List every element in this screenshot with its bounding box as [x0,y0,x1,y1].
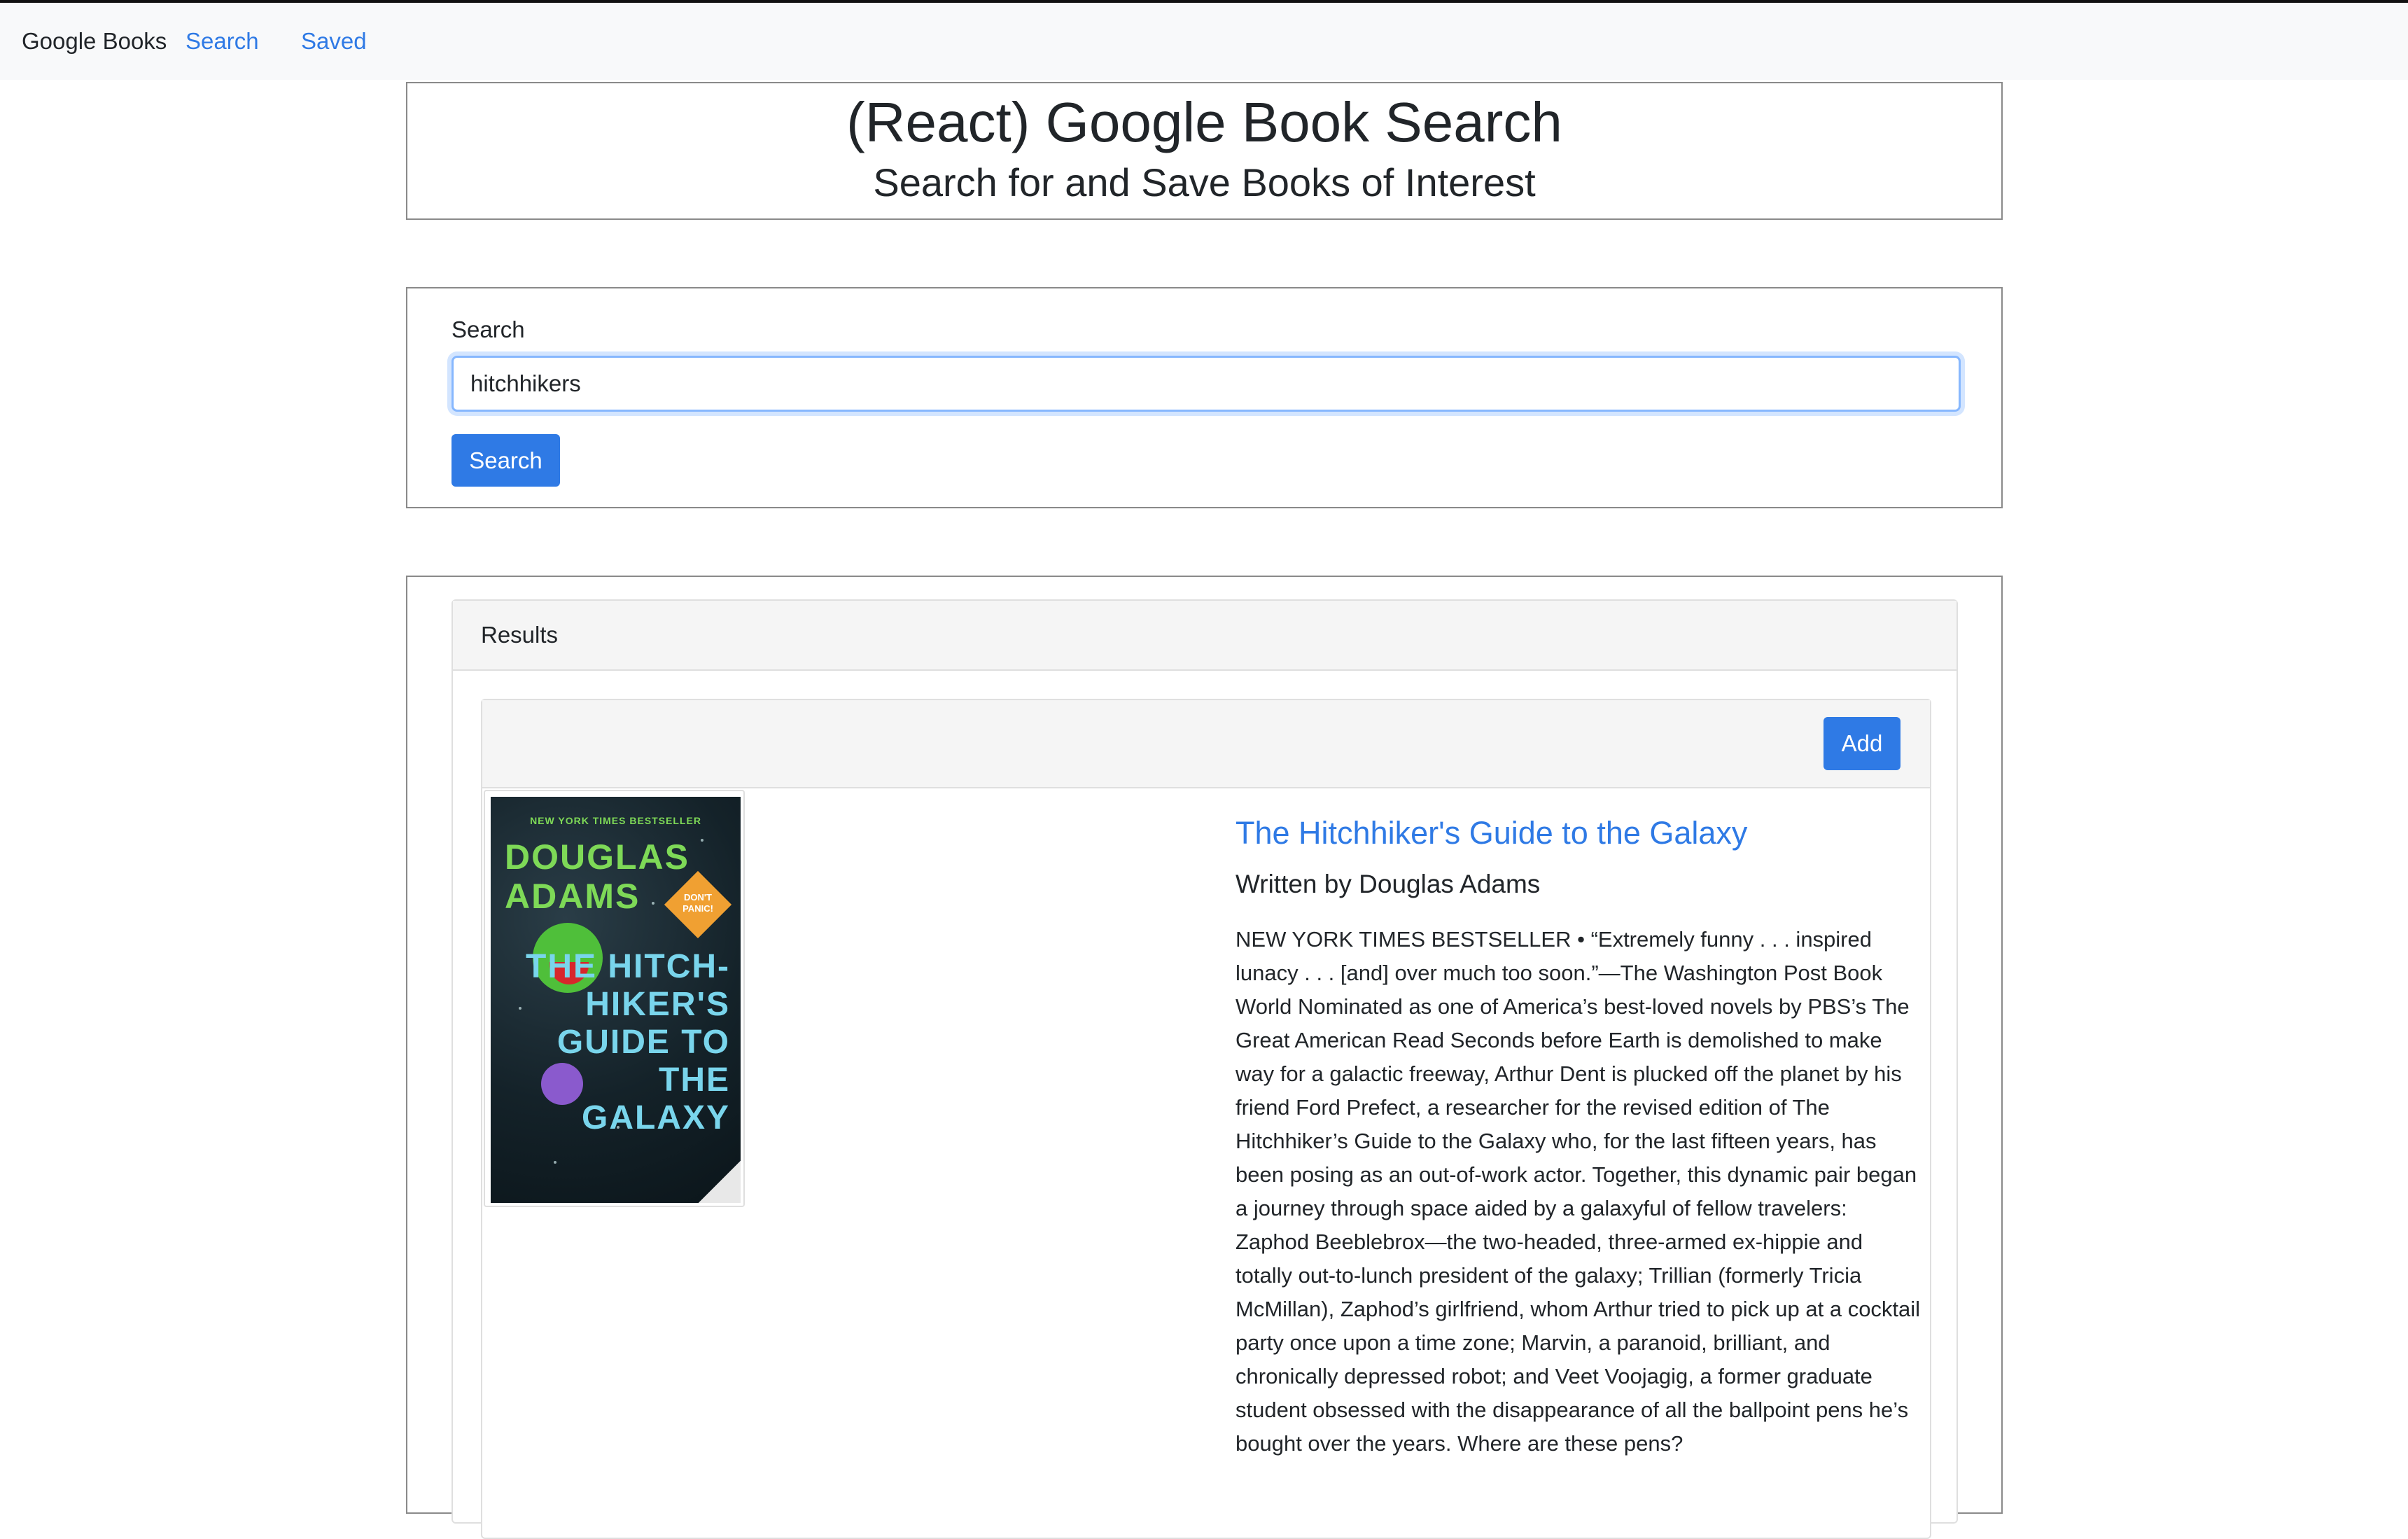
book-card: Add NEW YORK TIMES BESTSELLER DOUGLAS AD… [481,699,1931,1539]
results-title: Results [481,622,559,648]
book-card-header: Add [482,700,1930,788]
cover-star [554,1161,556,1164]
jumbotron-header: (React) Google Book Search Search for an… [406,82,2003,220]
book-cover-frame: NEW YORK TIMES BESTSELLER DOUGLAS ADAMS … [484,790,745,1207]
results-header: Results [453,601,1956,671]
search-input[interactable] [451,356,1961,412]
search-label: Search [451,316,525,342]
cover-title-text: THE HITCH-HIKER'S GUIDE TO THE GALAXY [526,948,730,1136]
brand-link[interactable]: Google Books [22,28,167,55]
book-description: NEW YORK TIMES BESTSELLER • “Extremely f… [1236,927,1921,1456]
search-panel: Search Search [406,287,2003,508]
cover-top-text: NEW YORK TIMES BESTSELLER [530,815,701,826]
book-title-link[interactable]: The Hitchhiker's Guide to the Galaxy [1236,815,1747,851]
navbar: Google Books Search Saved [0,0,2408,80]
book-author: Written by Douglas Adams [1236,870,1541,898]
page-subtitle: Search for and Save Books of Interest [873,160,1536,204]
cover-author-text: DOUGLAS ADAMS [505,837,690,916]
results-panel: Results Add NEW YORK TIMES BESTSELLER DO… [406,576,2003,1539]
results-card: Results Add NEW YORK TIMES BESTSELLER DO… [451,599,1958,1539]
search-button[interactable]: Search [451,434,560,487]
nav-link-search[interactable]: Search [186,28,259,55]
page-title: (React) Google Book Search [846,91,1562,153]
nav-link-saved[interactable]: Saved [301,28,367,55]
cover-star [701,839,704,842]
cover-badge-text: DON'T PANIC! [682,892,713,914]
book-cover-image: NEW YORK TIMES BESTSELLER DOUGLAS ADAMS … [491,797,741,1203]
add-book-button[interactable]: Add [1823,717,1900,770]
cover-page-curl [699,1161,741,1203]
